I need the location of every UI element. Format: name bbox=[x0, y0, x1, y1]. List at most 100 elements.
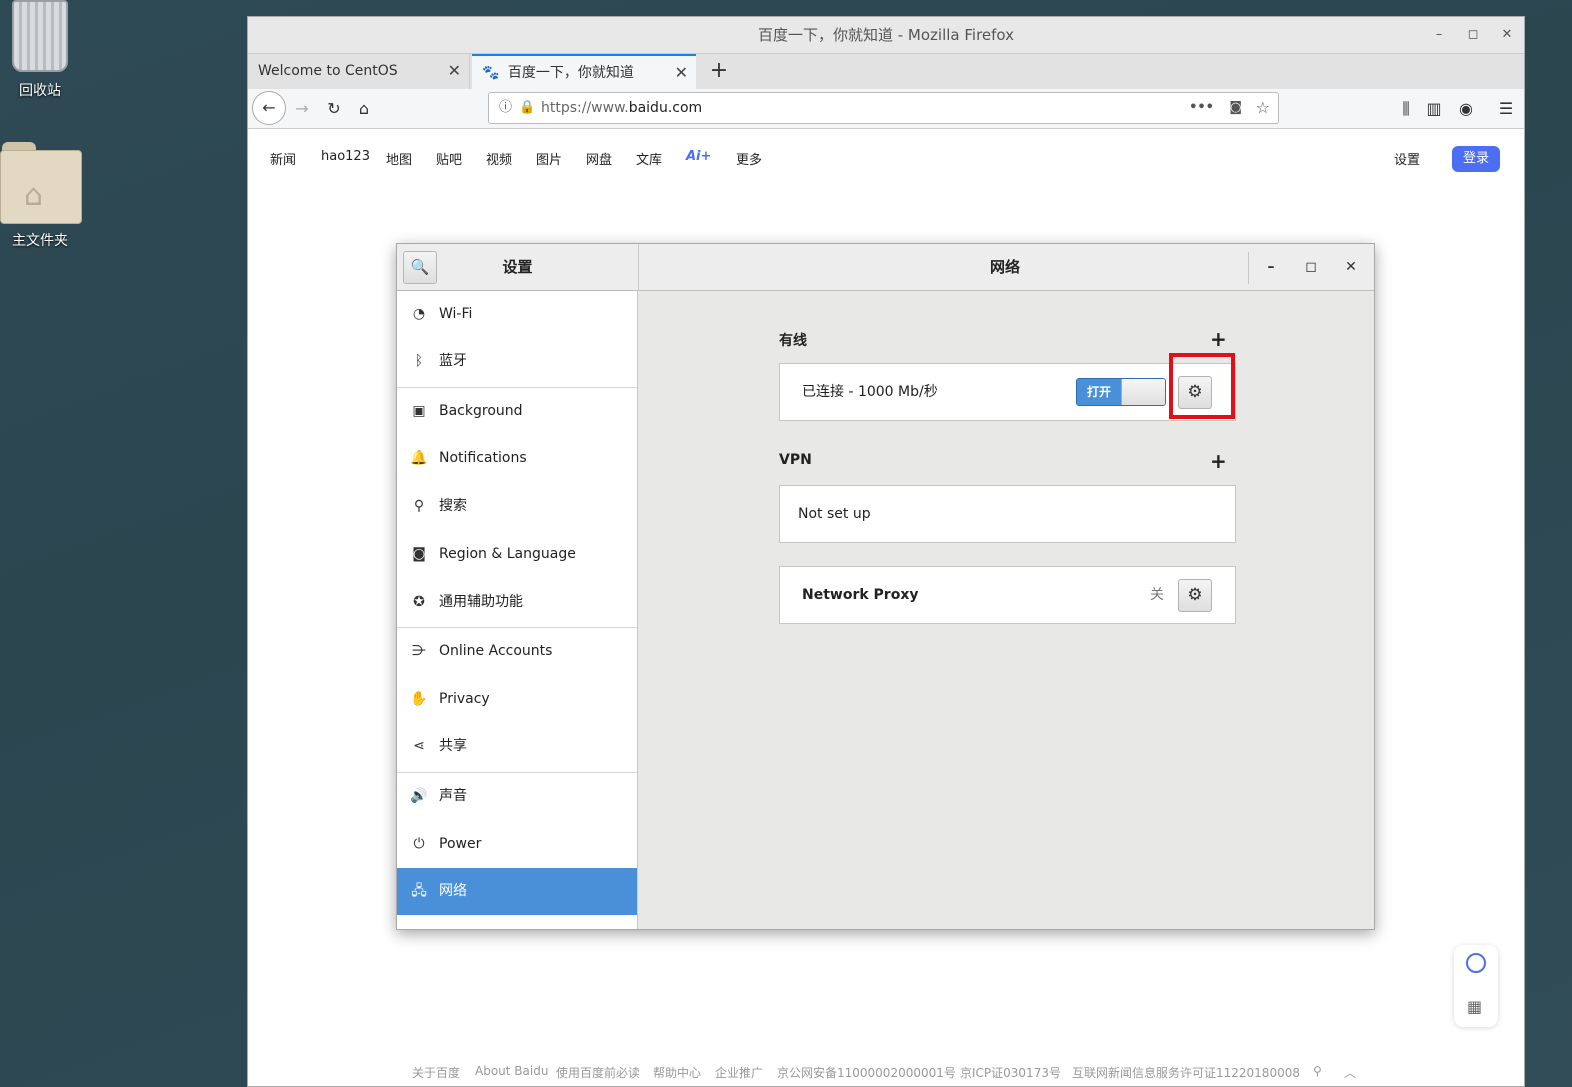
sidebar-item-label: 蓝牙 bbox=[439, 353, 467, 369]
nav-link-more[interactable]: 更多 bbox=[736, 149, 762, 168]
wired-connection-row: 已连接 - 1000 Mb/秒 打开 ⚙ bbox=[779, 363, 1236, 421]
police-badge-icon[interactable]: ⚲ bbox=[1313, 1064, 1322, 1078]
vpn-row: Not set up bbox=[779, 485, 1236, 543]
settings-sidebar: ◔ Wi-Fi ᛒ 蓝牙 ▣ Background 🔔 Notification… bbox=[397, 291, 638, 929]
footer-link[interactable]: 互联网新闻信息服务许可证11220180008 bbox=[1072, 1064, 1300, 1081]
maximize-window-button[interactable]: ◻ bbox=[1458, 17, 1488, 53]
feedback-icon[interactable] bbox=[1466, 953, 1486, 973]
baidu-side-toolbar: ▦ bbox=[1454, 945, 1498, 1027]
nav-link-pan[interactable]: 网盘 bbox=[586, 149, 612, 168]
url-text[interactable]: https://www.baidu.com bbox=[541, 93, 702, 123]
pocket-icon[interactable]: ◙ bbox=[1229, 93, 1242, 123]
footer-link[interactable]: 帮助中心 bbox=[653, 1064, 701, 1081]
close-dialog-button[interactable]: ✕ bbox=[1336, 252, 1366, 282]
home-folder-desktop-icon[interactable]: ⌂ 主文件夹 bbox=[0, 142, 82, 250]
home-button[interactable]: ⌂ bbox=[350, 95, 378, 123]
trash-label: 回收站 bbox=[19, 83, 61, 99]
close-tab-icon[interactable]: ✕ bbox=[448, 54, 461, 88]
url-bar[interactable]: ⓘ 🔒 https://www.baidu.com ••• ◙ ☆ bbox=[488, 92, 1279, 124]
sidebar-item-label: 通用辅助功能 bbox=[439, 594, 523, 610]
footer-link[interactable]: 关于百度 bbox=[412, 1064, 460, 1081]
network-panel: 有线 + 已连接 - 1000 Mb/秒 打开 ⚙ VPN + Not set … bbox=[639, 291, 1374, 929]
footer-link[interactable]: 企业推广 bbox=[715, 1064, 763, 1081]
sidebar-item-label: 共享 bbox=[439, 738, 467, 754]
sidebar-item-label: 网络 bbox=[439, 883, 467, 899]
proxy-settings-button[interactable]: ⚙ bbox=[1178, 579, 1212, 612]
network-proxy-label: Network Proxy bbox=[802, 587, 919, 603]
sidebar-item-sharing[interactable]: ⋖ 共享 bbox=[397, 723, 637, 770]
reload-button[interactable]: ↻ bbox=[320, 95, 348, 123]
search-icon: ⚲ bbox=[413, 498, 425, 514]
region-icon: ◙ bbox=[412, 546, 426, 562]
info-icon[interactable]: ⓘ bbox=[499, 93, 512, 123]
minimize-dialog-button[interactable]: – bbox=[1256, 252, 1286, 282]
sidebar-item-label: 声音 bbox=[439, 788, 467, 804]
nav-link-tieba[interactable]: 贴吧 bbox=[436, 149, 462, 168]
sidebar-item-notifications[interactable]: 🔔 Notifications bbox=[397, 435, 637, 482]
footer-link[interactable]: 京ICP证030173号 bbox=[960, 1064, 1061, 1081]
maximize-dialog-button[interactable]: ◻ bbox=[1296, 252, 1326, 282]
nav-link-ai[interactable]: Ai+ bbox=[686, 149, 711, 164]
nav-link-hao123[interactable]: hao123 bbox=[321, 149, 370, 164]
bell-icon: 🔔 bbox=[410, 450, 428, 466]
chevron-up-icon[interactable]: ︿ bbox=[1344, 1064, 1356, 1081]
vpn-section-title: VPN bbox=[779, 452, 812, 468]
library-icon[interactable]: ⫼ bbox=[1392, 95, 1420, 123]
new-tab-button[interactable]: + bbox=[704, 54, 734, 90]
close-tab-icon[interactable]: ✕ bbox=[675, 56, 688, 90]
network-proxy-row[interactable]: Network Proxy 关 ⚙ bbox=[779, 566, 1236, 624]
wired-status: 已连接 - 1000 Mb/秒 bbox=[802, 384, 938, 400]
nav-link-news[interactable]: 新闻 bbox=[270, 149, 296, 168]
folder-icon: ⌂ bbox=[0, 142, 82, 224]
account-icon[interactable]: ◉ bbox=[1452, 95, 1480, 123]
forward-button[interactable]: → bbox=[288, 95, 316, 123]
lock-icon[interactable]: 🔒 bbox=[519, 93, 535, 123]
nav-link-wenku[interactable]: 文库 bbox=[636, 149, 662, 168]
wired-toggle[interactable]: 打开 bbox=[1076, 378, 1166, 406]
tab-welcome-centos[interactable]: Welcome to CentOS ✕ bbox=[248, 54, 470, 90]
tab-strip: Welcome to CentOS ✕ 🐾 百度一下，你就知道 ✕ + bbox=[248, 53, 1524, 90]
share-icon: ⋖ bbox=[413, 738, 425, 754]
page-actions-icon[interactable]: ••• bbox=[1189, 93, 1214, 123]
sidebar-item-network[interactable]: 🖧 网络 bbox=[397, 868, 637, 915]
sidebar-item-accessibility[interactable]: ✪ 通用辅助功能 bbox=[397, 579, 637, 626]
sidebar-item-sound[interactable]: 🔊 声音 bbox=[397, 773, 637, 820]
add-wired-button[interactable]: + bbox=[1210, 327, 1227, 351]
trash-desktop-icon[interactable]: 回收站 bbox=[0, 0, 80, 100]
login-button[interactable]: 登录 bbox=[1452, 146, 1500, 172]
close-window-button[interactable]: ✕ bbox=[1492, 17, 1522, 53]
sidebar-item-region-language[interactable]: ◙ Region & Language bbox=[397, 531, 637, 578]
tab-baidu[interactable]: 🐾 百度一下，你就知道 ✕ bbox=[472, 54, 696, 90]
sidebar-item-search[interactable]: ⚲ 搜索 bbox=[397, 483, 637, 530]
sidebar-item-bluetooth[interactable]: ᛒ 蓝牙 bbox=[397, 338, 637, 385]
sidebar-item-wifi[interactable]: ◔ Wi-Fi bbox=[397, 291, 637, 338]
qr-code-icon[interactable]: ▦ bbox=[1467, 997, 1482, 1016]
bookmark-star-icon[interactable]: ☆ bbox=[1256, 93, 1270, 123]
sidebar-item-online-accounts[interactable]: ⋺ Online Accounts bbox=[397, 628, 637, 675]
sidebar-item-label: Notifications bbox=[439, 450, 527, 466]
hand-icon: ✋ bbox=[410, 691, 428, 707]
sidebar-item-label: Background bbox=[439, 403, 523, 419]
nav-link-images[interactable]: 图片 bbox=[536, 149, 562, 168]
sidebar-item-power[interactable]: ⏻ Power bbox=[397, 821, 637, 868]
wired-section-title: 有线 bbox=[779, 333, 807, 349]
baidu-settings-link[interactable]: 设置 bbox=[1394, 149, 1420, 168]
sidebar-toggle-icon[interactable]: ▥ bbox=[1420, 95, 1448, 123]
sidebar-item-label: Online Accounts bbox=[439, 643, 553, 659]
toggle-knob bbox=[1121, 379, 1165, 405]
add-vpn-button[interactable]: + bbox=[1210, 449, 1227, 473]
nav-link-map[interactable]: 地图 bbox=[386, 149, 412, 168]
sidebar-item-privacy[interactable]: ✋ Privacy bbox=[397, 676, 637, 723]
footer-link[interactable]: 京公网安备11000002000001号 bbox=[777, 1064, 956, 1081]
back-button[interactable]: ← bbox=[252, 91, 286, 125]
menu-icon[interactable]: ☰ bbox=[1492, 95, 1520, 123]
trash-icon bbox=[12, 0, 68, 72]
footer-link[interactable]: 使用百度前必读 bbox=[556, 1064, 640, 1081]
footer-link[interactable]: About Baidu bbox=[475, 1064, 548, 1078]
tab-label: Welcome to CentOS bbox=[258, 63, 398, 79]
settings-title: 设置 bbox=[502, 258, 533, 276]
minimize-window-button[interactable]: – bbox=[1424, 17, 1454, 53]
sidebar-item-background[interactable]: ▣ Background bbox=[397, 388, 637, 435]
nav-link-video[interactable]: 视频 bbox=[486, 149, 512, 168]
navigation-toolbar: ← → ↻ ⌂ ⓘ 🔒 https://www.baidu.com ••• ◙ … bbox=[248, 89, 1524, 129]
